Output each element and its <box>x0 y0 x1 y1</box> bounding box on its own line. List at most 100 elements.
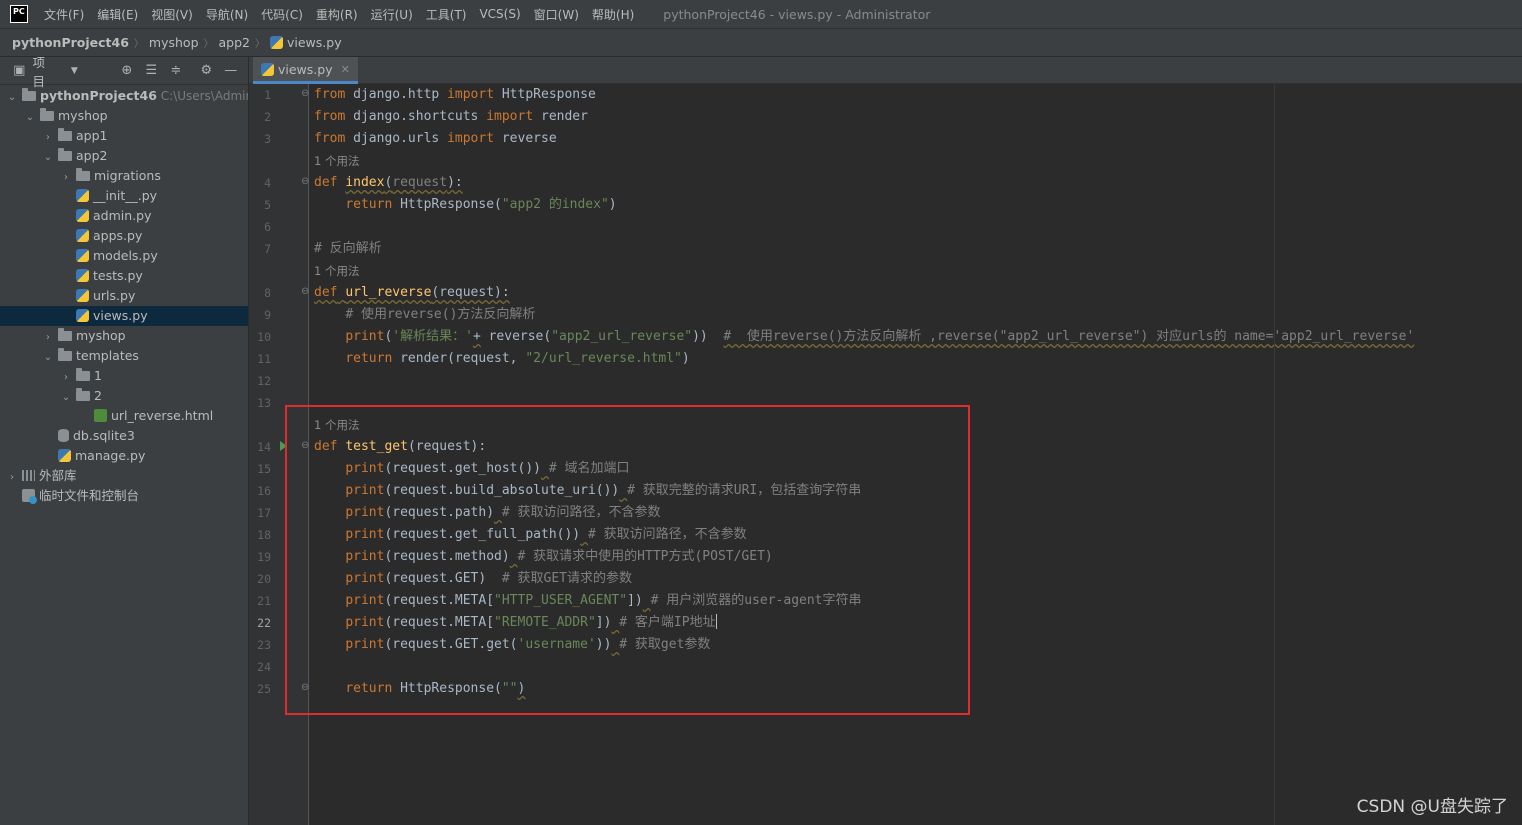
close-icon[interactable]: ✕ <box>341 63 350 76</box>
tree-item[interactable]: db.sqlite3 <box>0 426 248 446</box>
tree-item[interactable]: › migrations <box>0 166 248 188</box>
fold-icon[interactable]: ⊖ <box>301 286 309 298</box>
tree-item[interactable]: __init__.py <box>0 186 248 206</box>
tree-item-label: views.py <box>93 308 148 323</box>
fold-icon[interactable]: ⊖ <box>301 88 309 100</box>
tree-item-label: admin.py <box>93 208 152 223</box>
folder-icon <box>58 328 72 341</box>
chevron-down-icon[interactable]: ▼ <box>67 66 81 76</box>
fold-icon[interactable]: ⊖ <box>301 176 309 188</box>
chevron-down-icon[interactable]: ⌄ <box>42 348 54 368</box>
menu-view[interactable]: 视图(V) <box>151 6 193 23</box>
tab-views-py[interactable]: views.py ✕ <box>253 57 358 84</box>
tree-item[interactable]: url_reverse.html <box>0 406 248 426</box>
watermark: CSDN @U盘失踪了 <box>1356 797 1508 817</box>
usage-hint[interactable]: 1 个用法 <box>314 150 359 172</box>
menu-code[interactable]: 代码(C) <box>261 6 303 23</box>
tree-item[interactable]: models.py <box>0 246 248 266</box>
code-line-7: # 反向解析 <box>314 241 382 256</box>
hide-icon[interactable]: — <box>224 63 238 78</box>
tree-item-label: myshop <box>58 108 108 123</box>
tree-item-label: app1 <box>76 128 108 143</box>
line-number: 16 <box>257 484 271 498</box>
tree-item[interactable]: › 1 <box>0 366 248 388</box>
tree-item[interactable]: tests.py <box>0 266 248 286</box>
tree-item[interactable]: › app1 <box>0 126 248 148</box>
line-number: 12 <box>257 374 271 388</box>
chevron-down-icon[interactable]: ⌄ <box>24 108 36 128</box>
tree-item-label: 1 <box>94 368 102 383</box>
tree-item[interactable]: › myshop <box>0 326 248 348</box>
python-file-icon <box>270 36 283 49</box>
chevron-right-icon[interactable]: › <box>6 468 18 488</box>
tree-item-label: myshop <box>76 328 126 343</box>
folder-icon <box>76 368 90 381</box>
menu-navigate[interactable]: 导航(N) <box>206 6 248 23</box>
tree-item[interactable]: views.py <box>0 306 248 326</box>
python-file-icon <box>76 249 89 262</box>
breadcrumb-app2[interactable]: app2 <box>219 35 250 50</box>
tree-item-label: app2 <box>76 148 108 163</box>
tree-item-label: url_reverse.html <box>111 408 214 423</box>
usage-hint[interactable]: 1 个用法 <box>314 260 359 282</box>
tree-item[interactable]: admin.py <box>0 206 248 226</box>
code-line-5: return HttpResponse("app2 的index") <box>345 197 617 212</box>
menu-refactor[interactable]: 重构(R) <box>316 6 358 23</box>
breadcrumb-myshop[interactable]: myshop <box>149 35 199 50</box>
html-file-icon <box>94 409 107 422</box>
folder-icon <box>58 128 72 141</box>
menu-edit[interactable]: 编辑(E) <box>97 6 138 23</box>
menu-help[interactable]: 帮助(H) <box>592 6 634 23</box>
chevron-right-icon[interactable]: › <box>42 128 54 148</box>
line-number: 23 <box>257 638 271 652</box>
tree-item[interactable]: 临时文件和控制台 <box>0 486 248 506</box>
project-view-label[interactable]: 项目 <box>32 57 55 90</box>
collapse-all-icon[interactable]: ≑ <box>169 63 183 78</box>
chevron-down-icon[interactable]: ⌄ <box>60 388 72 408</box>
tree-item[interactable]: apps.py <box>0 226 248 246</box>
right-margin-guide <box>1274 84 1275 825</box>
expand-all-icon[interactable]: ☰ <box>144 63 158 78</box>
folder-icon <box>76 168 90 181</box>
window-title: pythonProject46 - views.py - Administrat… <box>663 6 931 22</box>
code-line-10: print('解析结果：'+ reverse("app2_url_reverse… <box>345 329 1415 344</box>
line-number: 3 <box>264 132 271 146</box>
project-panel: ▣ 项目 ▼ ⊕ ☰ ≑ ⚙ — ⌄ pythonProject46 C:\Use… <box>0 57 249 825</box>
menu-bar: PC 文件(F) 编辑(E) 视图(V) 导航(N) 代码(C) 重构(R) 运… <box>0 0 1522 29</box>
folder-icon <box>58 148 72 161</box>
locate-icon[interactable]: ⊕ <box>120 63 134 78</box>
menu-run[interactable]: 运行(U) <box>371 6 413 23</box>
chevron-down-icon[interactable]: ⌄ <box>42 148 54 168</box>
gear-icon[interactable]: ⚙ <box>199 63 213 78</box>
menu-window[interactable]: 窗口(W) <box>534 6 579 23</box>
breadcrumb-project[interactable]: pythonProject46 <box>12 35 129 50</box>
chevron-right-icon[interactable]: › <box>60 368 72 388</box>
tab-label: views.py <box>278 61 333 77</box>
line-number: 21 <box>257 594 271 608</box>
project-view-icon: ▣ <box>13 63 26 78</box>
menu-vcs[interactable]: VCS(S) <box>479 7 520 21</box>
code-line-4: def index(request): <box>314 175 463 190</box>
python-file-icon <box>261 62 274 76</box>
code-line-1: from django.http import HttpResponse <box>314 87 596 102</box>
tree-item[interactable]: ⌄ templates <box>0 346 248 368</box>
menu-tools[interactable]: 工具(T) <box>426 6 467 23</box>
python-file-icon <box>76 229 89 242</box>
breadcrumb-views-py[interactable]: views.py <box>287 35 342 50</box>
folder-icon <box>22 88 36 101</box>
folder-icon <box>40 108 54 121</box>
tree-item[interactable]: ⌄ pythonProject46 C:\Users\Adminis <box>0 86 248 108</box>
line-number: 14 <box>257 440 271 454</box>
chevron-right-icon[interactable]: › <box>42 328 54 348</box>
tree-item[interactable]: urls.py <box>0 286 248 306</box>
tree-item[interactable]: ⌄ app2 <box>0 146 248 168</box>
tree-item[interactable]: › 外部库 <box>0 466 248 488</box>
menu-file[interactable]: 文件(F) <box>44 6 84 23</box>
chevron-down-icon[interactable]: ⌄ <box>6 88 18 108</box>
breadcrumb: pythonProject46 〉 myshop 〉 app2 〉 views.… <box>0 29 1522 57</box>
tree-item[interactable]: manage.py <box>0 446 248 466</box>
tree-item[interactable]: ⌄ 2 <box>0 386 248 408</box>
chevron-right-icon[interactable]: › <box>60 168 72 188</box>
tree-item-label: migrations <box>94 168 161 183</box>
tree-item[interactable]: ⌄ myshop <box>0 106 248 128</box>
